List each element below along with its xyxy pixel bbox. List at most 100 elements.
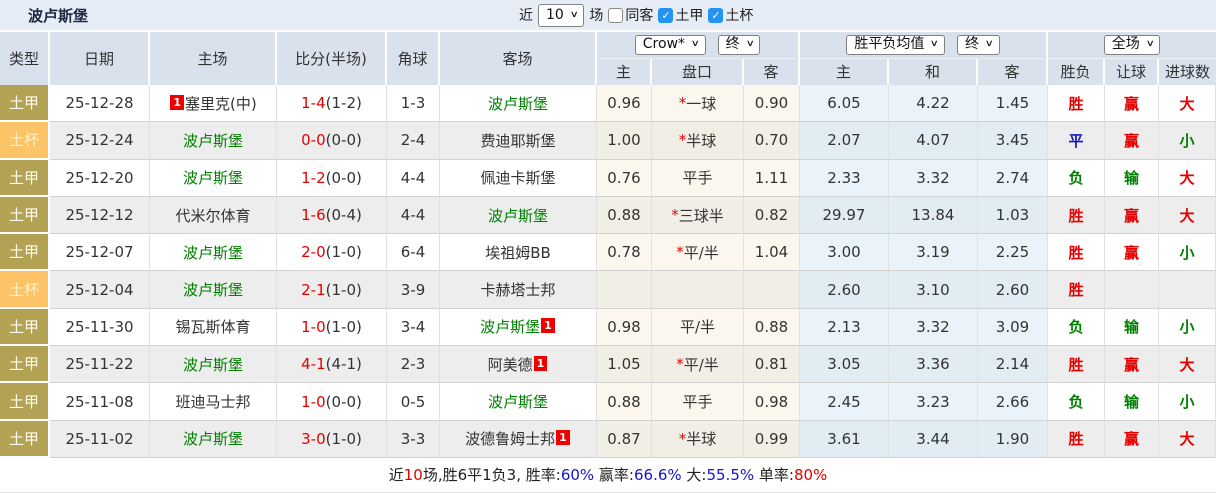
team-name[interactable]: 波卢斯堡 <box>183 167 243 188</box>
asian-home-odds-cell: 1.05 <box>597 346 652 384</box>
halftime-score: (1-0) <box>325 280 362 299</box>
goals-result-cell: 大 <box>1159 196 1216 235</box>
team-name[interactable]: 阿美德 <box>488 354 533 375</box>
league-label: 土甲 <box>675 8 704 24</box>
table-row: 土甲 25-12-20 波卢斯堡 1-2 (0-0) 4-4 佩迪卡斯堡 0.76 平手 1.11… <box>0 159 1216 197</box>
outcome-cell: 胜 <box>1048 196 1105 235</box>
match-type-cell: 土甲 <box>0 234 50 272</box>
team-name[interactable]: 代米尔体育 <box>175 205 250 226</box>
team-name[interactable]: 波卢斯堡 <box>488 205 548 226</box>
date-cell: 25-12-07 <box>50 234 150 272</box>
team-name[interactable]: 波德鲁姆士邦 <box>465 428 555 449</box>
corners-cell: 3-4 <box>387 308 440 347</box>
bookmaker-select[interactable]: Crow* ∨ <box>634 34 706 55</box>
outcome-cell: 胜 <box>1048 420 1105 458</box>
euro-home-odds-cell: 2.60 <box>800 271 889 309</box>
away-team-cell: 波卢斯堡 <box>440 196 597 235</box>
euro-final-select[interactable]: 终 ∨ <box>957 34 1000 55</box>
goals-result-cell: 小 <box>1159 383 1216 421</box>
col-header-asian-home: 主 <box>597 58 652 85</box>
asian-home-odds-cell: 0.87 <box>597 420 652 458</box>
handicap-result-cell: 输 <box>1105 383 1159 421</box>
team-name[interactable]: 波卢斯堡 <box>183 354 243 375</box>
corners-cell: 1-3 <box>387 85 440 123</box>
table-row: 土杯 25-12-04 波卢斯堡 2-1 (1-0) 3-9 卡赫塔士邦 2.60 3.10 2.… <box>0 271 1216 309</box>
home-team-cell: 1 塞里克(中) <box>150 85 277 123</box>
corners-cell: 4-4 <box>387 196 440 235</box>
star-icon: * <box>676 355 684 374</box>
col-header-score: 比分(半场) <box>277 32 387 85</box>
team-name[interactable]: 波卢斯堡 <box>183 242 243 263</box>
euro-draw-odds-cell: 3.32 <box>889 308 978 347</box>
team-name[interactable]: 佩迪卡斯堡 <box>480 167 555 188</box>
asian-handicap-cell: * 三球半 <box>652 196 744 235</box>
team-name[interactable]: 卡赫塔士邦 <box>480 279 555 300</box>
euro-home-odds-cell: 3.05 <box>800 346 889 384</box>
asian-away-odds-cell: 1.04 <box>744 234 800 272</box>
outcome-cell: 胜 <box>1048 85 1105 123</box>
scope-select[interactable]: 全场 ∨ <box>1103 34 1161 55</box>
match-count-select[interactable]: 10 ∨ <box>538 3 585 27</box>
asian-away-odds-cell <box>744 271 800 309</box>
score-cell: 1-4 (1-2) <box>277 85 387 123</box>
match-type-cell: 土甲 <box>0 420 50 458</box>
team-name[interactable]: 波卢斯堡 <box>488 391 548 412</box>
team-name[interactable]: 波卢斯堡 <box>488 93 548 114</box>
red-card-badge: 1 <box>556 430 570 446</box>
asian-handicap-cell <box>652 271 744 309</box>
corners-cell: 2-4 <box>387 122 440 160</box>
summary-segment: 60% <box>560 466 595 485</box>
summary-segment: 10 <box>403 466 423 485</box>
league-checkbox[interactable]: ✓ <box>658 7 674 23</box>
topbar: 波卢斯堡 近 10∨ 场 ✓ 同客 ✓ 土甲 ✓ 土杯 <box>0 0 1216 30</box>
team-name[interactable]: 锡瓦斯体育 <box>175 316 250 337</box>
date-cell: 25-11-30 <box>50 308 150 347</box>
matches-label: 场 <box>589 8 604 24</box>
asian-handicap-cell: * 半球 <box>652 420 744 458</box>
same-away-checkbox[interactable]: ✓ <box>608 7 624 23</box>
score-cell: 1-6 (0-4) <box>277 196 387 235</box>
goals-result-cell <box>1159 271 1216 309</box>
col-header-type: 类型 <box>0 32 50 85</box>
asian-home-odds-cell <box>597 271 652 309</box>
asian-final-select[interactable]: 终 ∨ <box>717 34 761 55</box>
fulltime-score: 2-0 <box>301 243 326 262</box>
team-name[interactable]: 塞里克(中) <box>185 93 257 114</box>
euro-draw-odds-cell: 3.44 <box>889 420 978 458</box>
halftime-score: (0-0) <box>325 392 362 411</box>
team-name[interactable]: 波卢斯堡 <box>183 130 243 151</box>
fulltime-score: 2-1 <box>301 280 326 299</box>
asian-handicap-cell: 平/半 <box>652 308 744 347</box>
match-type-cell: 土甲 <box>0 159 50 197</box>
team-name[interactable]: 波卢斯堡 <box>480 316 540 337</box>
asian-odds-group: Crow* ∨ 终 ∨ <box>597 32 800 58</box>
avg-odds-select[interactable]: 胜平负均值 ∨ <box>846 34 945 55</box>
team-name[interactable]: 费迪耶斯堡 <box>480 130 555 151</box>
home-team-cell: 锡瓦斯体育 <box>150 308 277 347</box>
star-icon: * <box>678 429 687 448</box>
match-type-cell: 土甲 <box>0 383 50 421</box>
team-name[interactable]: 波卢斯堡 <box>183 279 243 300</box>
euro-away-odds-cell: 2.14 <box>978 346 1048 384</box>
score-cell: 4-1 (4-1) <box>277 346 387 384</box>
halftime-score: (1-0) <box>325 429 362 448</box>
team-name[interactable]: 埃祖姆BB <box>485 242 551 263</box>
fulltime-score: 1-6 <box>301 206 326 225</box>
euro-away-odds-cell: 1.45 <box>978 85 1048 123</box>
team-name[interactable]: 班迪马士邦 <box>175 391 250 412</box>
score-cell: 2-0 (1-0) <box>277 234 387 272</box>
score-cell: 0-0 (0-0) <box>277 122 387 160</box>
col-header-date: 日期 <box>50 32 150 85</box>
filter-cup: ✓ 土杯 <box>708 5 753 25</box>
cup-checkbox[interactable]: ✓ <box>708 7 724 23</box>
euro-home-odds-cell: 2.13 <box>800 308 889 347</box>
same-away-label: 同客 <box>625 8 654 24</box>
team-name[interactable]: 波卢斯堡 <box>183 428 243 449</box>
summary-segment: 近 <box>388 466 404 485</box>
col-header-home: 主场 <box>150 32 277 85</box>
match-type-cell: 土甲 <box>0 85 50 123</box>
match-type-cell: 土杯 <box>0 271 50 309</box>
halftime-score: (0-0) <box>325 168 362 187</box>
star-icon: * <box>678 94 687 113</box>
asian-away-odds-cell: 0.81 <box>744 346 800 384</box>
